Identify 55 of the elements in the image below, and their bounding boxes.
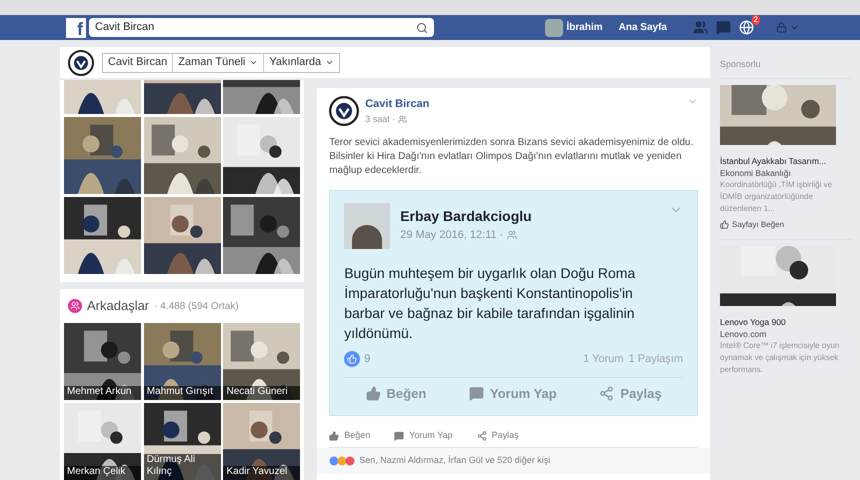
friends-icon[interactable] xyxy=(693,20,708,35)
shared-author[interactable]: Erbay Bardakcioglu xyxy=(400,206,532,227)
reaction-icons xyxy=(329,456,356,466)
user-link[interactable]: İbrahim xyxy=(566,20,603,35)
audience-icon xyxy=(398,114,408,124)
friend-name[interactable]: Dürmuş Ali Kılınç xyxy=(144,454,221,480)
profile-tab[interactable]: Yakınlarda xyxy=(264,54,340,72)
ad-lead: Ekonomi Bakanlığı xyxy=(720,166,792,178)
post-text: Teror sevici akademisyenlerimizden sonra Bizans sevici akademisyenimiz de oldu. Bilsinler ki Hira Dağı'nın evlatları Olimpos Dağı'nın evlatlarını mutlak ve yeniden mağlup edeceklerdir. xyxy=(329,136,694,178)
ad-lead: Lenovo.com xyxy=(720,328,768,340)
avatar[interactable] xyxy=(344,203,390,249)
profile-name-tab[interactable]: Cavit Bircan xyxy=(103,54,174,72)
caret-icon xyxy=(325,58,334,67)
post-author[interactable]: Cavit Bircan xyxy=(365,96,430,112)
page-like-link[interactable]: Sayfayı Beğen xyxy=(732,218,784,230)
friend-name[interactable]: Necati Güneri xyxy=(223,386,300,400)
user-avatar[interactable] xyxy=(544,18,563,36)
share-icon xyxy=(476,430,487,440)
ad-title[interactable]: İstanbul Ayakkabı Tasarım... xyxy=(720,154,852,166)
friend-name[interactable]: Mehmet Arkun xyxy=(64,386,141,400)
profile-tab[interactable]: Zaman Tüneli xyxy=(173,54,264,72)
friend-name[interactable]: Mahmut Gırışıt xyxy=(144,386,221,400)
search-icon[interactable] xyxy=(416,22,428,34)
notification-badge: 2 xyxy=(752,15,760,25)
thumbs-up-icon xyxy=(329,430,340,440)
shared-text: Bugün muhteşem bir uygarlık olan Doğu Roma İmparatorluğu'nun başkenti Konstantinopolis'in barbar ve bağnaz bir kabile tarafından işgalinin yıldönümü. xyxy=(344,264,636,343)
thumbs-up-icon xyxy=(366,386,381,401)
globe-icon[interactable] xyxy=(739,20,754,35)
ad-text: Koordinatörlüğü ,TİM işbirliği ve İDMİB organizatörlüğünde düzenlenen 1... xyxy=(720,178,834,214)
facebook-logo[interactable]: f xyxy=(66,18,86,38)
sponsored-title: Sponsorlu xyxy=(720,58,852,78)
friend-name[interactable]: Merkan Çelik xyxy=(64,466,141,480)
messages-icon[interactable] xyxy=(716,20,731,35)
reactions-text[interactable]: Sen, Nazmi Aldırmaz, İrfan Gül ve 520 diğer kişi xyxy=(359,454,550,468)
friend-name[interactable]: Kadir Yavuzel xyxy=(223,466,300,480)
action-button[interactable]: Paylaş xyxy=(476,428,519,442)
friends-count: · 4.488 (594 Ortak) xyxy=(154,300,239,314)
like-icon xyxy=(344,351,360,367)
comment-icon xyxy=(394,430,404,440)
ad-text: Intel® Core™ i7 işlemcisiyle oyun oynamak ve çalışmak için yüksek performans. xyxy=(720,340,840,376)
caret-icon xyxy=(249,58,258,67)
emblem-icon xyxy=(68,50,94,76)
lock-icon[interactable] xyxy=(776,22,787,33)
ad-title[interactable]: Lenovo Yoga 900 xyxy=(720,316,852,328)
emblem-icon xyxy=(329,96,360,126)
friends-title[interactable]: Arkadaşlar xyxy=(87,296,150,316)
home-link[interactable]: Ana Sayfa xyxy=(618,20,667,35)
action-button[interactable]: Yorum Yap xyxy=(394,428,453,442)
thumbs-up-icon xyxy=(720,220,729,229)
friends-icon xyxy=(68,299,82,313)
comment-icon xyxy=(468,386,484,401)
search-field[interactable]: Cavit Bircan xyxy=(89,18,434,37)
audience-icon xyxy=(507,230,518,240)
share-icon xyxy=(599,386,614,401)
action-button[interactable]: Beğen xyxy=(329,428,370,442)
